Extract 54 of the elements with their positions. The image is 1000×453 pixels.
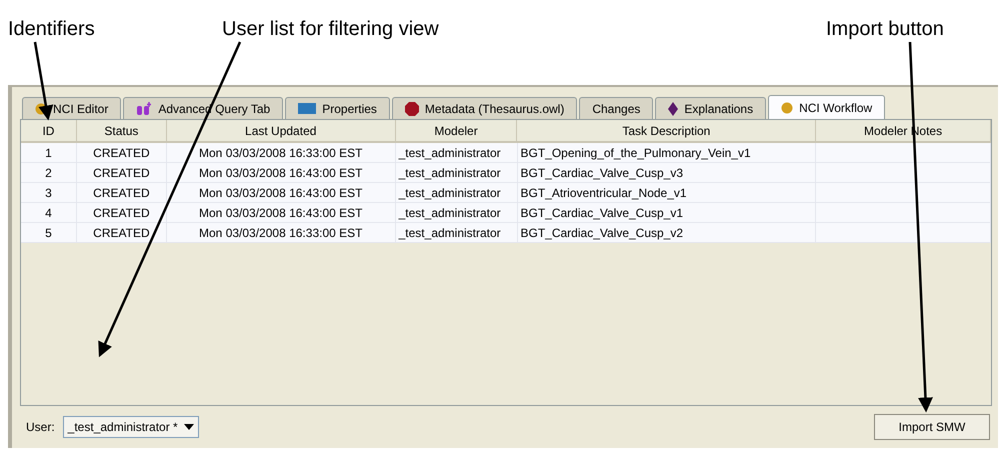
table-row[interactable]: 5 CREATED Mon 03/03/2008 16:33:00 EST _test_administrator BGT_Cardiac_Valve_Cusp_v2 [21,223,991,243]
caret-icon [184,424,194,430]
diamond-icon [668,102,678,116]
circle-icon [35,102,47,114]
table-row[interactable]: 3 CREATED Mon 03/03/2008 16:43:00 EST _test_administrator BGT_Atrioventricular_Node_v1 [21,183,991,203]
table-cell-text: Mon 03/03/2008 16:43:00 EST [199,204,362,222]
table-cell-text: CREATED [93,204,150,222]
column-header[interactable]: Modeler [396,120,518,143]
table-cell-text: CREATED [93,144,150,162]
table-row[interactable]: 4 CREATED Mon 03/03/2008 16:43:00 EST _test_administrator BGT_Cardiac_Valve_Cusp_v1 [21,203,991,223]
table-cell-text: BGT_Cardiac_Valve_Cusp_v3 [520,164,684,182]
annotation-label: Import button [826,17,944,42]
table-cell-text: Mon 03/03/2008 16:43:00 EST [199,164,362,182]
tab[interactable]: Explanations [655,97,766,119]
annotation-label: Identifiers [8,17,95,42]
table-cell-text: BGT_Cardiac_Valve_Cusp_v1 [520,204,684,222]
table-cell-text: _test_administrator [398,144,501,162]
rectangle-icon [298,103,316,114]
table-cell-text: BGT_Cardiac_Valve_Cusp_v2 [520,224,684,242]
table-cell-text: 3 [45,184,52,202]
tab[interactable]: Metadata (Thesaurus.owl) [392,97,578,119]
table-cell-text: 4 [45,204,52,222]
import-button[interactable]: Import SMW [874,414,990,440]
table-row[interactable]: 2 CREATED Mon 03/03/2008 16:43:00 EST _test_administrator BGT_Cardiac_Valve_Cusp_v3 [21,163,991,183]
tab[interactable]: Changes [579,97,654,119]
tab[interactable]: Properties [285,97,390,119]
binoculars-icon [136,102,152,116]
table-cell-text: BGT_Atrioventricular_Node_v1 [520,184,687,202]
column-header[interactable]: Last Updated [166,120,396,143]
table-cell-text: 1 [45,144,52,162]
tab[interactable]: NCI Workflow [768,95,886,119]
table-cell-text: _test_administrator [398,224,501,242]
user-label: User: [26,419,55,436]
table-cell-text: CREATED [93,164,150,182]
table-cell-text: 5 [45,224,52,242]
column-header[interactable]: ID [21,120,77,143]
table-cell-text: Mon 03/03/2008 16:43:00 EST [199,184,362,202]
column-header[interactable]: Task Description [517,120,816,143]
circle-icon [781,102,794,114]
table-cell-text: _test_administrator [398,164,501,182]
hexagon-icon [404,102,419,116]
table-row[interactable]: 1 CREATED Mon 03/03/2008 16:33:00 EST _test_administrator BGT_Opening_of_the_Pulmonary_Vein_v1 [21,143,991,163]
tab[interactable]: NCI Editor [22,97,122,119]
table-cell-text: Mon 03/03/2008 16:33:00 EST [199,144,362,162]
table-cell-text: CREATED [93,224,150,242]
table-cell-text: CREATED [93,184,150,202]
column-header[interactable]: Status [76,120,167,143]
table-cell-text: Mon 03/03/2008 16:33:00 EST [199,224,362,242]
annotation-label: User list for filtering view [222,17,439,42]
table-cell-text: 2 [45,164,52,182]
table-cell-text: _test_administrator [398,204,501,222]
user-dropdown[interactable]: _test_administrator * [62,416,199,438]
table-cell-text: _test_administrator [398,184,501,202]
table-cell-text: BGT_Opening_of_the_Pulmonary_Vein_v1 [520,144,751,162]
